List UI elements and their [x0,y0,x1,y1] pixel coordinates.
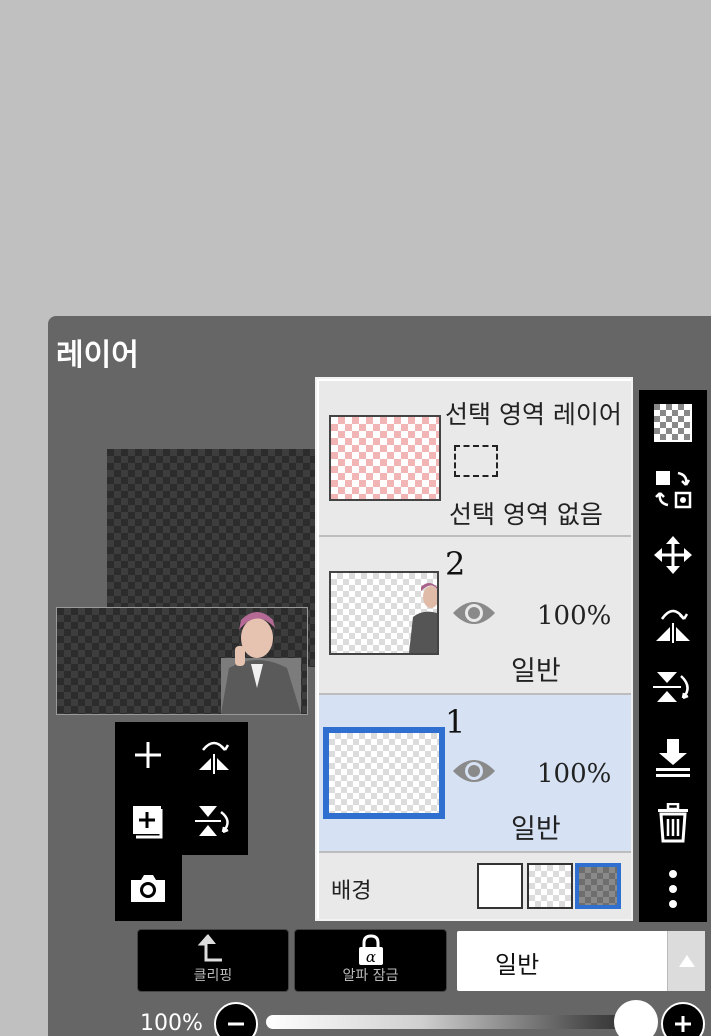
selection-marquee-icon [454,445,498,477]
layer-number: 2 [445,545,466,583]
trash-icon [658,803,688,843]
move-icon [654,536,692,574]
blend-mode-select[interactable]: 일반 [457,931,705,991]
background-dark-swatch[interactable] [575,863,621,909]
alpha-lock-button[interactable]: α 알파 잠금 [294,929,447,992]
selection-layer-thumbnail [329,415,441,501]
move-layer-icon [655,471,692,509]
person-image [221,612,301,714]
flip-horizontal-icon [199,741,230,774]
layer-thumbnail [329,571,439,655]
background-transparent-swatch[interactable] [527,863,573,909]
flip-vertical-button[interactable] [181,788,247,854]
add-copy-layer-icon [133,806,163,839]
layer-number: 1 [445,703,466,741]
right-toolbar [639,390,707,922]
move-button[interactable] [639,522,707,588]
add-layer-button[interactable] [115,722,181,788]
move-layer-button[interactable] [639,456,707,522]
visibility-eye-icon[interactable] [451,597,497,629]
clipping-label: 클리핑 [193,968,233,984]
blend-mode-value: 일반 [495,951,540,979]
selection-layer-title: 선택 영역 레이어 [445,400,622,429]
minus-icon [228,1022,244,1026]
selection-layer-status: 선택 영역 없음 [449,500,603,529]
alpha-lock-label: 알파 잠금 [342,968,399,984]
add-layer-icon [135,742,161,768]
more-icon [669,870,677,908]
opacity-slider[interactable] [266,1015,656,1029]
merge-down-icon [656,739,690,777]
clipping-icon [198,934,222,962]
merge-down-button[interactable] [639,724,707,790]
layer-thumbnail [323,727,445,819]
delete-layer-button[interactable] [639,790,707,856]
background-label: 배경 [331,879,372,904]
layer-row-selected[interactable]: 1 100% 일반 [319,695,631,853]
transparent-layer-button[interactable] [639,390,707,456]
flip-vertical-icon [653,672,689,702]
flip-vertical-icon [195,806,229,836]
clipping-button[interactable]: 클리핑 [137,929,289,992]
lock-icon: α [358,934,383,966]
camera-icon [131,875,165,902]
layer-opacity: 100% [537,759,612,789]
transparent-layer-icon [654,404,692,442]
opacity-slider-knob[interactable] [614,1000,658,1036]
layers-list: 선택 영역 레이어 선택 영역 없음 2 100% 일반 1 100% 일반 배… [315,377,633,921]
flip-vertical-button[interactable] [639,654,707,720]
flip-horizontal-button[interactable] [639,590,707,656]
panel-title: 레이어 [56,338,139,373]
copy-layer-button[interactable] [115,788,181,854]
visibility-eye-icon[interactable] [451,755,497,787]
layer-row[interactable]: 2 100% 일반 [319,537,631,695]
layer-blend-mode: 일반 [511,656,561,687]
background-white-swatch[interactable] [477,863,523,909]
svg-text:α: α [365,948,375,966]
flip-horizontal-button[interactable] [181,722,247,788]
selection-layer-row[interactable]: 선택 영역 레이어 선택 영역 없음 [319,381,631,537]
opacity-value: 100% [140,1011,203,1036]
layer-blend-mode: 일반 [511,814,561,845]
layer-opacity: 100% [537,601,612,631]
flip-horizontal-icon [656,609,690,643]
triangle-up-icon [678,955,695,967]
more-options-button[interactable] [639,856,707,922]
camera-button[interactable] [115,855,181,921]
background-row: 배경 [319,853,631,919]
blend-mode-dropdown-toggle[interactable] [667,931,705,991]
canvas-preview [56,607,308,715]
plus-icon [675,1016,691,1032]
